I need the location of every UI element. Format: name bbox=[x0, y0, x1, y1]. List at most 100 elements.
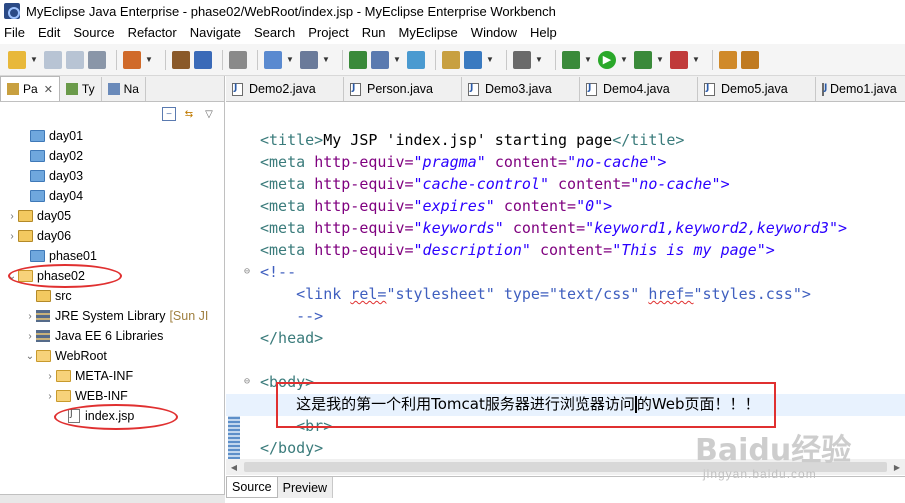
tree-label: index.jsp bbox=[85, 409, 135, 423]
deploy-dropdown-icon[interactable]: ▼ bbox=[145, 51, 153, 69]
tree-item-index-jsp[interactable]: index.jsp bbox=[0, 406, 224, 426]
web-project-icon[interactable] bbox=[349, 50, 367, 69]
code-token: </title> bbox=[612, 131, 685, 149]
project-tree: day01 day02 day03 day04 › day05 › day06 ph… bbox=[0, 126, 224, 426]
menu-navigate[interactable]: Navigate bbox=[190, 25, 241, 40]
tree-item-meta-inf[interactable]: › META-INF bbox=[0, 366, 224, 386]
tree-item-day04[interactable]: day04 bbox=[0, 186, 224, 206]
code-line: --> bbox=[260, 305, 905, 327]
run-dropdown-icon[interactable]: ▼ bbox=[620, 51, 628, 69]
package-icon[interactable] bbox=[172, 50, 190, 69]
new-icon[interactable] bbox=[8, 50, 26, 69]
tab-navigator[interactable]: Na bbox=[102, 77, 146, 101]
new-interface-icon[interactable] bbox=[741, 50, 759, 69]
tree-item-phase01[interactable]: phase01 bbox=[0, 246, 224, 266]
tab-type-hierarchy[interactable]: Ty bbox=[60, 77, 102, 101]
scroll-left-icon[interactable]: ◀ bbox=[226, 463, 242, 472]
menu-myeclipse[interactable]: MyEclipse bbox=[399, 25, 458, 40]
expand-arrow-icon[interactable]: › bbox=[44, 391, 56, 402]
menu-search[interactable]: Search bbox=[254, 25, 295, 40]
scroll-thumb[interactable] bbox=[244, 462, 887, 472]
folder-icon bbox=[56, 370, 71, 382]
fold-toggle-icon[interactable]: ⊖ bbox=[244, 267, 254, 277]
debug-icon[interactable] bbox=[562, 50, 580, 69]
open-task-dropdown-icon[interactable]: ▼ bbox=[486, 51, 494, 69]
tree-item-day02[interactable]: day02 bbox=[0, 146, 224, 166]
uml-icon[interactable] bbox=[300, 50, 318, 69]
tree-item-day06[interactable]: › day06 bbox=[0, 226, 224, 246]
uml-dropdown-icon[interactable]: ▼ bbox=[322, 51, 330, 69]
tree-item-day01[interactable]: day01 bbox=[0, 126, 224, 146]
tree-item-day05[interactable]: › day05 bbox=[0, 206, 224, 226]
tree-item-javaee-libraries[interactable]: › Java EE 6 Libraries bbox=[0, 326, 224, 346]
view-menu-icon[interactable]: ▽ bbox=[202, 107, 216, 121]
debug-dropdown-icon[interactable]: ▼ bbox=[584, 51, 592, 69]
link-with-editor-icon[interactable]: ⇆ bbox=[182, 107, 196, 121]
menu-file[interactable]: File bbox=[4, 25, 25, 40]
menu-window[interactable]: Window bbox=[471, 25, 517, 40]
expand-arrow-icon[interactable]: › bbox=[24, 331, 36, 342]
code-token: "description" bbox=[413, 241, 531, 259]
collapse-all-icon[interactable]: − bbox=[162, 107, 176, 121]
scroll-right-icon[interactable]: ▶ bbox=[889, 463, 905, 472]
menu-help[interactable]: Help bbox=[530, 25, 557, 40]
expand-arrow-icon[interactable]: › bbox=[6, 231, 18, 242]
horizontal-scrollbar[interactable]: ◀ ▶ bbox=[226, 459, 905, 475]
tree-item-phase02[interactable]: ⌄ phase02 bbox=[0, 266, 224, 286]
menu-source[interactable]: Source bbox=[73, 25, 114, 40]
tree-item-webroot[interactable]: ⌄ WebRoot bbox=[0, 346, 224, 366]
globe-icon[interactable] bbox=[407, 50, 425, 69]
save-all-icon[interactable] bbox=[66, 50, 84, 69]
tab-demo1-java[interactable]: Demo1.java bbox=[816, 77, 897, 101]
collapse-arrow-icon[interactable]: ⌄ bbox=[6, 271, 18, 282]
expand-arrow-icon[interactable]: › bbox=[24, 311, 36, 322]
deploy-icon[interactable] bbox=[123, 50, 141, 69]
camera-dropdown-icon[interactable]: ▼ bbox=[535, 51, 543, 69]
run-icon[interactable]: ▶ bbox=[598, 50, 616, 69]
tab-demo4-java[interactable]: Demo4.java bbox=[580, 77, 698, 101]
tree-item-web-inf[interactable]: › WEB-INF bbox=[0, 386, 224, 406]
deploy-server-icon[interactable] bbox=[371, 50, 389, 69]
run-test-dropdown-icon[interactable]: ▼ bbox=[656, 51, 664, 69]
code-editor[interactable]: <title>My JSP 'index.jsp' starting page<… bbox=[244, 129, 905, 459]
tab-preview[interactable]: Preview bbox=[277, 477, 334, 498]
project-folder-icon bbox=[18, 210, 33, 222]
close-icon[interactable]: ✕ bbox=[44, 83, 53, 96]
tree-item-jre-system-library[interactable]: › JRE System Library [Sun JI bbox=[0, 306, 224, 326]
menu-project[interactable]: Project bbox=[308, 25, 348, 40]
run-test-icon[interactable] bbox=[634, 50, 652, 69]
open-type-icon[interactable] bbox=[442, 50, 460, 69]
new-dropdown-icon[interactable]: ▼ bbox=[30, 51, 38, 69]
menu-run[interactable]: Run bbox=[362, 25, 386, 40]
wizard-icon[interactable] bbox=[264, 50, 282, 69]
camera-icon[interactable] bbox=[513, 50, 531, 69]
expand-arrow-icon[interactable]: › bbox=[6, 211, 18, 222]
tree-label-suffix: [Sun JI bbox=[169, 309, 209, 323]
tree-label: phase01 bbox=[49, 249, 97, 263]
tree-item-src[interactable]: src bbox=[0, 286, 224, 306]
expand-arrow-icon[interactable]: › bbox=[44, 371, 56, 382]
code-token: http-equiv= bbox=[314, 197, 414, 215]
menu-edit[interactable]: Edit bbox=[38, 25, 60, 40]
server-icon[interactable] bbox=[194, 50, 212, 69]
tab-demo5-java[interactable]: Demo5.java bbox=[698, 77, 816, 101]
tab-source[interactable]: Source bbox=[226, 477, 278, 498]
external-tools-icon[interactable] bbox=[670, 50, 688, 69]
new-class-icon[interactable] bbox=[719, 50, 737, 69]
tab-person-java[interactable]: Person.java bbox=[344, 77, 462, 101]
code-token: "0"> bbox=[576, 197, 613, 215]
tab-demo3-java[interactable]: Demo3.java bbox=[462, 77, 580, 101]
menu-refactor[interactable]: Refactor bbox=[128, 25, 177, 40]
collapse-arrow-icon[interactable]: ⌄ bbox=[24, 351, 36, 362]
wizard-dropdown-icon[interactable]: ▼ bbox=[286, 51, 294, 69]
fold-toggle-icon[interactable]: ⊖ bbox=[244, 377, 254, 387]
tab-demo2-java[interactable]: Demo2.java bbox=[226, 77, 344, 101]
console-icon[interactable] bbox=[229, 50, 247, 69]
tab-package-explorer[interactable]: Pa ✕ bbox=[0, 76, 60, 101]
tree-item-day03[interactable]: day03 bbox=[0, 166, 224, 186]
open-task-icon[interactable] bbox=[464, 50, 482, 69]
print-icon[interactable] bbox=[88, 50, 106, 69]
deploy-server-dropdown-icon[interactable]: ▼ bbox=[393, 51, 401, 69]
save-icon[interactable] bbox=[44, 50, 62, 69]
external-tools-dropdown-icon[interactable]: ▼ bbox=[692, 51, 700, 69]
